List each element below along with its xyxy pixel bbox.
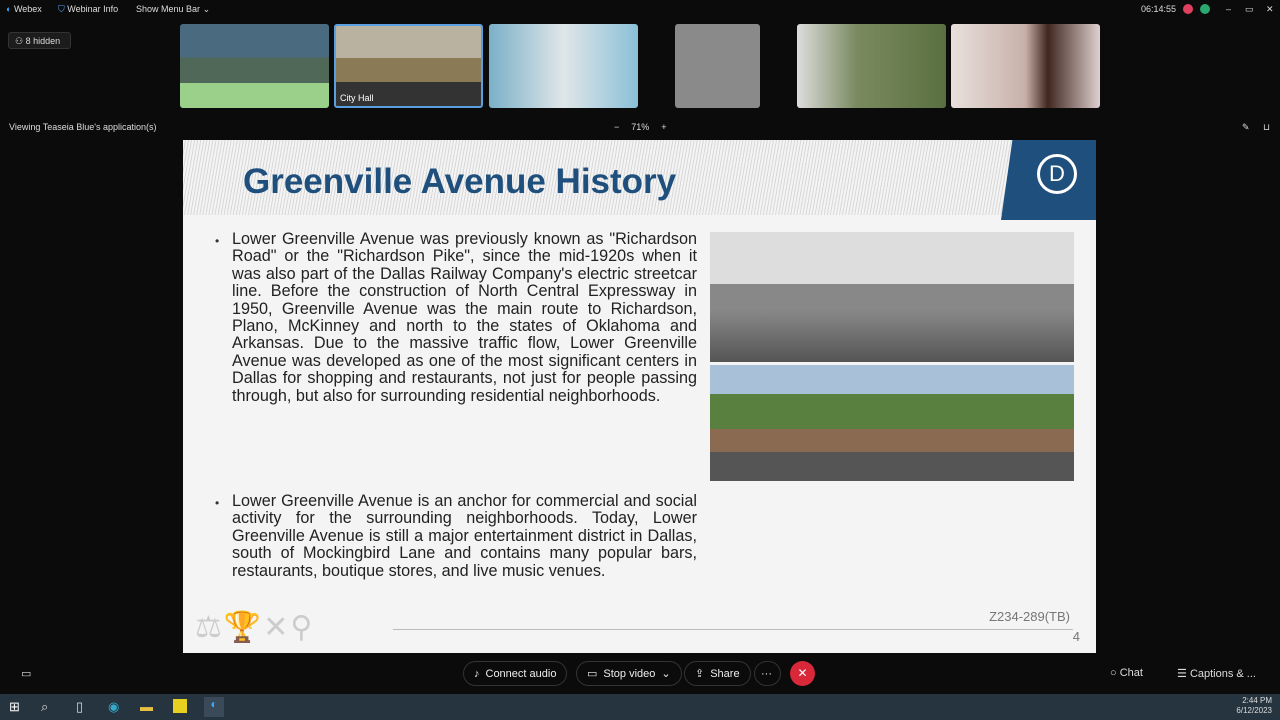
share-button[interactable]: ⇪ Share	[684, 661, 751, 686]
more-button[interactable]: ···	[754, 661, 781, 686]
show-menu-label: Show Menu Bar	[136, 4, 201, 14]
file-icon[interactable]: ▯	[76, 699, 83, 715]
bullet-icon: •	[215, 234, 220, 248]
dallas-logo: D	[1001, 140, 1096, 220]
audio-icon: ♪	[474, 667, 480, 680]
time: 2:44 PM	[1242, 696, 1272, 705]
layout-icon[interactable]: ▭	[21, 667, 31, 680]
case-number: Z234-289(TB)	[989, 609, 1070, 624]
folder-icon[interactable]: ▬	[140, 699, 153, 714]
connect-audio-button[interactable]: ♪ Connect audio	[463, 661, 568, 686]
minimize-icon[interactable]: –	[1226, 4, 1231, 14]
video-thumb-5[interactable]	[797, 24, 946, 108]
video-thumb-3[interactable]	[489, 24, 638, 108]
webex-taskbar-icon[interactable]: ◐	[204, 697, 224, 717]
search-icon[interactable]: ⌕	[41, 699, 48, 715]
stop-video-button[interactable]: ▭ Stop video ⌄	[576, 661, 682, 686]
recording-icon[interactable]	[1183, 4, 1193, 14]
zoom-in-button[interactable]: +	[661, 122, 666, 132]
control-icon[interactable]: ⊔	[1263, 122, 1270, 133]
slide-title: Greenville Avenue History	[243, 162, 677, 201]
person-icon: ⚇	[15, 36, 24, 46]
shared-slide: Greenville Avenue History D • Lower Gree…	[183, 140, 1096, 653]
footer-icons: ⚖🏆✕⚲	[195, 611, 315, 644]
zoom-control: − 71% +	[614, 122, 667, 132]
captions-label: Captions & ...	[1189, 668, 1256, 680]
restore-icon[interactable]: ▭	[1245, 4, 1254, 15]
footer-divider	[393, 629, 1073, 630]
bullet-text-2: Lower Greenville Avenue is an anchor for…	[232, 492, 697, 580]
taskbar: ⊞ ⌕ ▯ ◉ ▬ ◐ 2:44 PM 6/12/2023	[0, 694, 1280, 720]
hidden-label: 8 hidden	[25, 36, 61, 46]
edge-icon[interactable]: ◉	[108, 699, 119, 715]
annotate-icon[interactable]: ✎	[1242, 122, 1250, 133]
historic-street-photo	[710, 232, 1074, 362]
network-icon[interactable]	[1200, 4, 1210, 14]
share-icon: ⇪	[695, 668, 705, 680]
video-thumb-4[interactable]	[675, 24, 760, 108]
meeting-timer: 06:14:55	[1141, 4, 1177, 14]
date: 6/12/2023	[1236, 706, 1272, 715]
captions-button[interactable]: ☰ Captions & ...	[1177, 667, 1256, 680]
chat-label: Chat	[1119, 667, 1143, 679]
webinar-info-label: Webinar Info	[67, 4, 119, 14]
chevron-down-icon[interactable]: ⌄	[661, 667, 670, 680]
close-icon[interactable]: ✕	[1266, 4, 1274, 15]
clock: 2:44 PM 6/12/2023	[1236, 696, 1272, 716]
zoom-level: 71%	[631, 122, 650, 132]
viewing-label: Viewing Teaseia Blue's application(s)	[9, 122, 157, 132]
modern-street-photo	[710, 365, 1074, 481]
video-thumb-city-hall[interactable]: City Hall	[334, 24, 483, 108]
page-number: 4	[1072, 629, 1080, 644]
more-label: ···	[761, 667, 772, 680]
bullet-icon: •	[215, 496, 220, 510]
audio-label: Connect audio	[485, 667, 557, 680]
app-name: Webex	[13, 4, 42, 14]
webex-tab[interactable]: ◐ Webex	[6, 4, 42, 14]
chat-icon: ○	[1110, 667, 1117, 679]
logo-icon: D	[1037, 154, 1077, 194]
chevron-down-icon: ⌄	[202, 4, 211, 14]
show-menu-bar-button[interactable]: Show Menu Bar ⌄	[136, 4, 210, 15]
hidden-participants-button[interactable]: ⚇ 8 hidden	[8, 32, 71, 49]
sticky-notes-icon[interactable]	[173, 699, 187, 713]
close-icon: ✕	[797, 666, 808, 680]
captions-icon: ☰	[1177, 668, 1187, 680]
video-icon: ▭	[587, 668, 598, 680]
windows-start-icon[interactable]: ⊞	[9, 699, 20, 715]
webex-icon: ◐	[6, 4, 12, 14]
webinar-info-tab[interactable]: ⛉ Webinar Info	[58, 4, 118, 15]
shield-icon: ⛉	[58, 4, 65, 14]
thumb-label: City Hall	[340, 93, 374, 103]
chat-button[interactable]: ○ Chat	[1110, 667, 1143, 679]
share-label: Share	[710, 667, 740, 680]
video-thumb-1[interactable]	[180, 24, 329, 108]
video-thumb-6[interactable]	[951, 24, 1100, 108]
video-label: Stop video	[603, 667, 656, 680]
leave-button[interactable]: ✕	[790, 661, 815, 686]
bullet-text-1: Lower Greenville Avenue was previously k…	[232, 230, 697, 405]
zoom-out-button[interactable]: −	[614, 122, 619, 132]
